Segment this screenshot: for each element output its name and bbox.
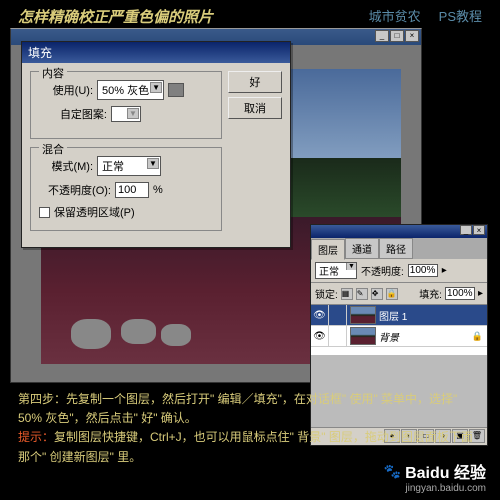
mode-label: 模式(M): (39, 158, 93, 174)
lock-all-icon[interactable]: 🔒 (386, 288, 398, 300)
panel-close-icon[interactable]: × (473, 225, 485, 235)
caption-area: 第四步：先复制一个图层，然后打开" 编辑／填充"，在对话框" 使用" 菜单中，选… (18, 390, 482, 467)
minimize-icon[interactable]: _ (375, 30, 389, 42)
lock-label: 锁定: (315, 286, 338, 301)
dialog-title[interactable]: 填充 (22, 42, 290, 63)
use-label: 使用(U): (39, 82, 93, 98)
link-tutorial[interactable]: PS教程 (439, 6, 482, 27)
fill-input[interactable]: 100% (445, 287, 475, 300)
visibility-icon[interactable]: 👁 (311, 305, 329, 325)
tab-channels[interactable]: 通道 (345, 238, 379, 259)
pattern-select (111, 106, 141, 122)
panel-titlebar[interactable]: _ × (311, 225, 487, 238)
color-swatch[interactable] (168, 83, 184, 97)
tab-layers[interactable]: 图层 (311, 239, 345, 260)
opacity-label: 不透明度(O): (39, 182, 111, 198)
watermark: 🐾 Baidu 经验 jingyan.baidu.com (384, 459, 486, 494)
blend-group: 混合 模式(M): 正常 不透明度(O): 100 % 保留透明区域(P) (30, 147, 222, 231)
use-select[interactable]: 50% 灰色 (97, 80, 164, 100)
lock-move-icon[interactable]: ✥ (371, 288, 383, 300)
opacity-arrow-icon[interactable]: ▸ (442, 265, 447, 276)
lock-paint-icon[interactable]: ✎ (356, 288, 368, 300)
hint-label: 提示： (18, 430, 54, 444)
visibility-icon[interactable]: 👁 (311, 326, 329, 346)
fill-dialog: 填充 内容 使用(U): 50% 灰色 自定图案: 混合 模式(M): 正 (21, 41, 291, 248)
mode-select[interactable]: 正常 (97, 156, 161, 176)
header-links: 城市贫农 PS教程 (369, 6, 482, 27)
link-column[interactable] (329, 305, 347, 325)
maximize-icon[interactable]: □ (390, 30, 404, 42)
fill-arrow-icon[interactable]: ▸ (478, 288, 483, 299)
checkbox-icon[interactable] (39, 207, 50, 218)
content-group: 内容 使用(U): 50% 灰色 自定图案: (30, 71, 222, 139)
preserve-transparency-checkbox[interactable]: 保留透明区域(P) (39, 204, 213, 220)
fill-label: 填充: (419, 286, 442, 301)
layer-opacity-input[interactable]: 100% (408, 264, 438, 277)
panel-tabs: 图层 通道 路径 (311, 238, 487, 259)
layer-row-bg[interactable]: 👁 背景 🔒 (311, 326, 487, 347)
layer-thumbnail[interactable] (350, 327, 376, 345)
layer-thumbnail[interactable] (350, 306, 376, 324)
opacity-input[interactable]: 100 (115, 182, 149, 198)
tab-paths[interactable]: 路径 (379, 238, 413, 259)
watermark-logo: 🐾 Baidu 经验 (384, 459, 486, 483)
paw-icon: 🐾 (384, 463, 401, 480)
page-title: 怎样精确校正严重色偏的照片 (18, 6, 213, 27)
panel-minimize-icon[interactable]: _ (460, 225, 472, 235)
cancel-button[interactable]: 取消 (228, 97, 282, 119)
lock-icon: 🔒 (472, 331, 483, 342)
close-icon[interactable]: × (405, 30, 419, 42)
layer-name[interactable]: 背景 (379, 329, 399, 344)
step-text: 第四步：先复制一个图层，然后打开" 编辑／填充"，在对话框" 使用" 菜单中，选… (18, 390, 482, 428)
blend-mode-select[interactable]: 正常 (315, 262, 357, 279)
ok-button[interactable]: 好 (228, 71, 282, 93)
layer-row-1[interactable]: 👁 图层 1 (311, 305, 487, 326)
custom-pattern-label: 自定图案: (39, 106, 107, 122)
layer-list: 👁 图层 1 👁 背景 🔒 (311, 305, 487, 355)
link-author[interactable]: 城市贫农 (369, 6, 421, 27)
layer-opacity-label: 不透明度: (361, 263, 404, 278)
lock-transparency-icon[interactable]: ▦ (341, 288, 353, 300)
link-column[interactable] (329, 326, 347, 346)
watermark-url: jingyan.baidu.com (384, 483, 486, 494)
layer-name[interactable]: 图层 1 (379, 308, 407, 323)
